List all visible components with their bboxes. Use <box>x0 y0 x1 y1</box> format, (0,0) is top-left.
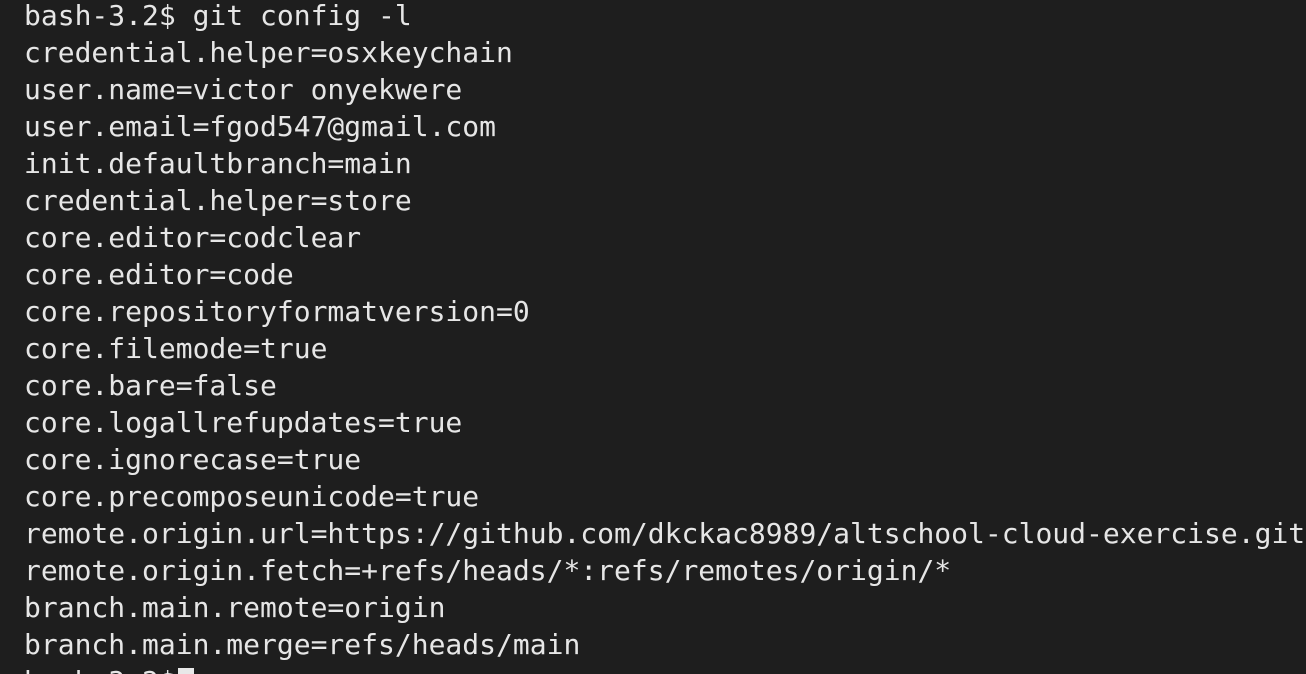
config-line-remote-origin-fetch: remote.origin.fetch=+refs/heads/*:refs/r… <box>24 554 952 587</box>
terminal-window[interactable]: bash-3.2$ git config -l credential.helpe… <box>0 0 1306 674</box>
text-cursor <box>177 668 194 674</box>
config-line-core-filemode: core.filemode=true <box>24 332 328 365</box>
config-line-credential-helper-store: credential.helper=store <box>24 184 412 217</box>
config-line-init-defaultbranch: init.defaultbranch=main <box>24 147 412 180</box>
config-line-remote-origin-url: remote.origin.url=https://github.com/dkc… <box>24 517 1306 550</box>
config-line-core-repositoryformatversion: core.repositoryformatversion=0 <box>24 295 530 328</box>
config-line-user-name: user.name=victor onyekwere <box>24 73 463 106</box>
config-line-branch-main-merge: branch.main.merge=refs/heads/main <box>24 628 581 661</box>
config-line-core-ignorecase: core.ignorecase=true <box>24 443 362 476</box>
config-line-core-editor-2: core.editor=code <box>24 258 294 291</box>
config-line-core-logallrefupdates: core.logallrefupdates=true <box>24 406 463 439</box>
config-line-branch-main-remote: branch.main.remote=origin <box>24 591 446 624</box>
prompt-line[interactable]: bash-3.2$ <box>24 663 1305 674</box>
config-line-credential-helper: credential.helper=osxkeychain <box>24 36 513 69</box>
config-line-user-email: user.email=fgod547@gmail.com <box>24 110 497 143</box>
config-line-core-precomposeunicode: core.precomposeunicode=true <box>24 480 480 513</box>
config-line-core-editor-1: core.editor=codclear <box>24 221 362 254</box>
command-line: bash-3.2$ git config -l <box>24 0 412 32</box>
config-line-core-bare: core.bare=false <box>24 369 277 402</box>
prompt-text: bash-3.2$ <box>24 665 176 674</box>
terminal-output: bash-3.2$ git config -l credential.helpe… <box>24 0 1305 674</box>
